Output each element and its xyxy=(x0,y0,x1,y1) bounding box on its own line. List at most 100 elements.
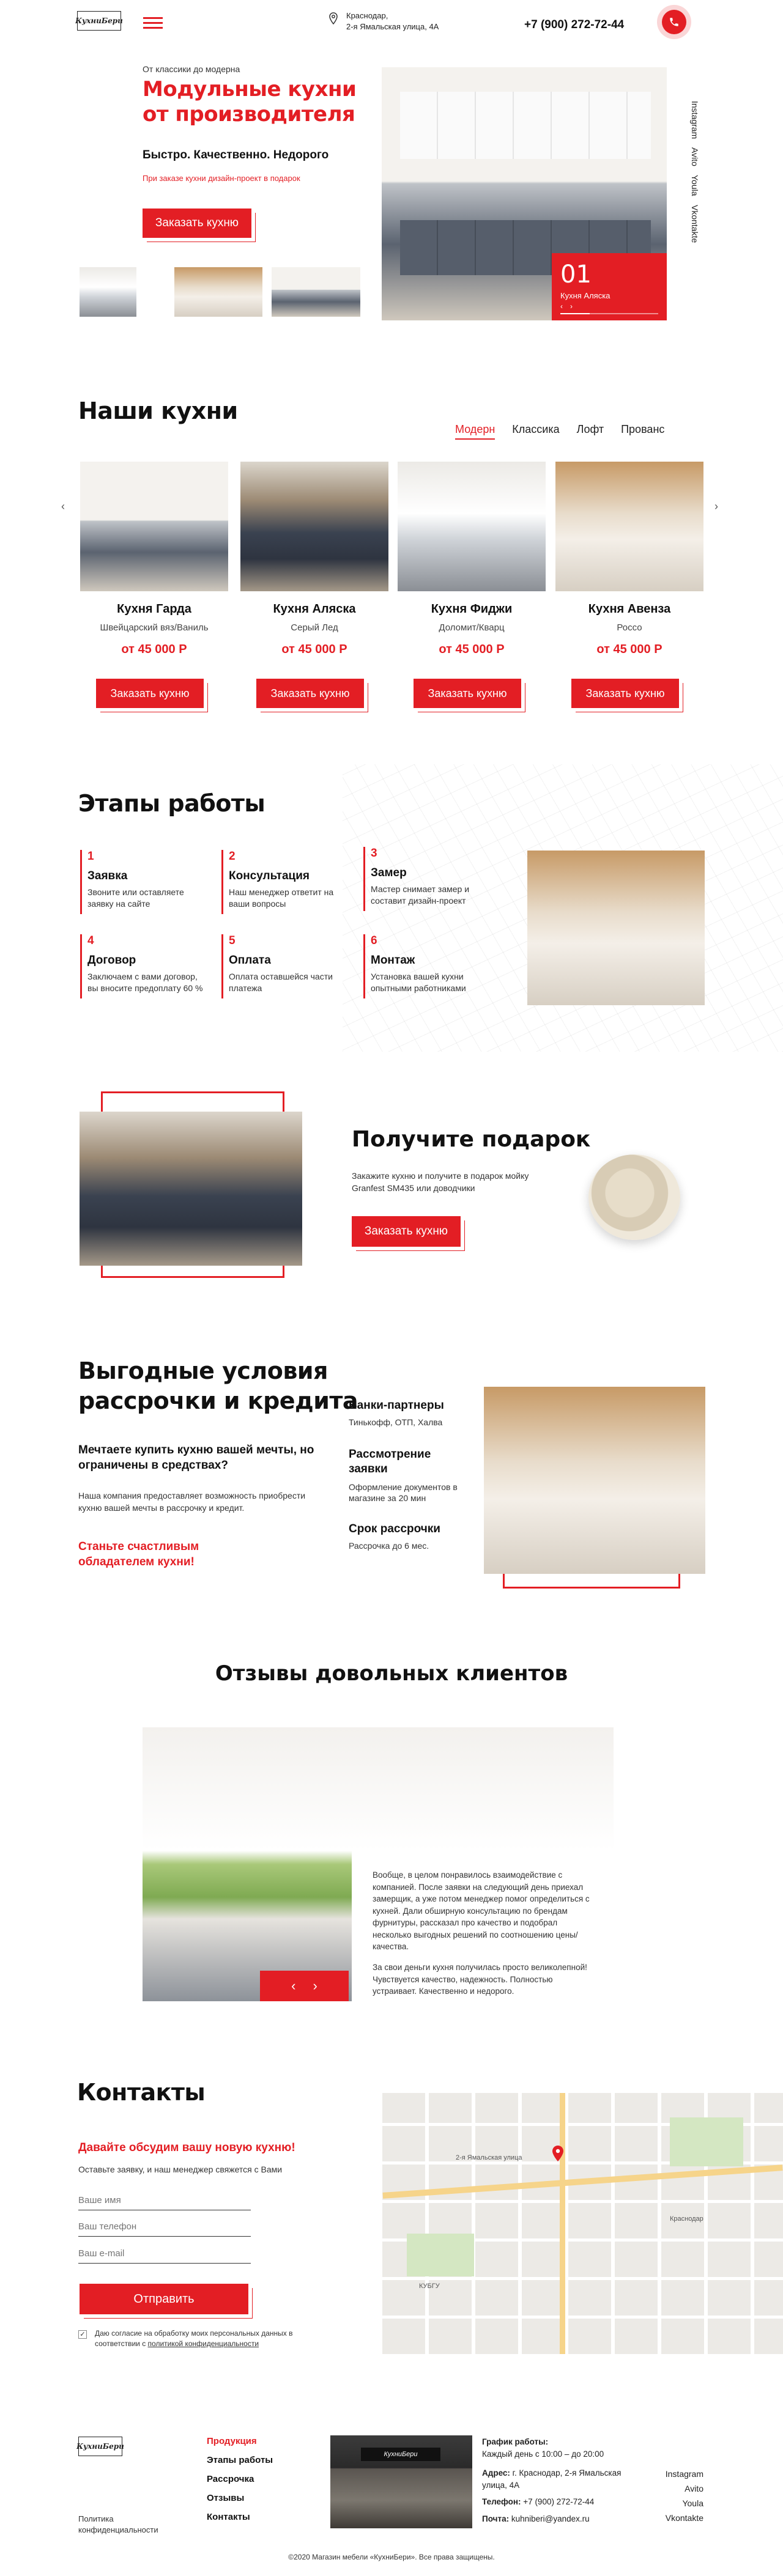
step-desc: Наш менеджер ответит на ваши вопросы xyxy=(229,887,334,909)
kitchen-order-button[interactable]: Заказать кухню xyxy=(414,679,521,708)
credit-title-line1: Выгодные условия xyxy=(78,1357,328,1384)
footer-logo[interactable]: КухниБери xyxy=(76,2437,124,2456)
footer-nav-contacts[interactable]: Контакты xyxy=(207,2512,273,2522)
hero-thumb-2[interactable] xyxy=(174,267,262,317)
step-desc: Оплата оставшейся части платежа xyxy=(229,972,333,993)
kitchen-order-button[interactable]: Заказать кухню xyxy=(256,679,364,708)
hero-thumb-3[interactable] xyxy=(272,267,360,317)
hero-order-button[interactable]: Заказать кухню xyxy=(143,209,251,238)
credit-item-desc: Рассрочка до 6 мес. xyxy=(349,1541,429,1551)
kitchen-card-color: Россо xyxy=(617,622,642,633)
header-address: Краснодар, 2-я Ямальская улица, 4А xyxy=(346,10,439,32)
credit-item: Срок рассрочки Рассрочка до 6 мес. xyxy=(349,1522,471,1551)
kitchen-card-title: Кухня Гарда xyxy=(117,602,191,616)
kitchen-card-image[interactable] xyxy=(240,462,388,591)
step-item: 1 Заявка Звоните или оставляете заявку н… xyxy=(80,850,202,914)
footer-social: Instagram Avito Youla Vkontakte xyxy=(636,2469,703,2523)
hero-slide-caption: 01 Кухня Аляска ‹ › xyxy=(552,253,667,320)
hero-slide-progress xyxy=(560,313,658,314)
storefront-sign: КухниБери xyxy=(361,2448,440,2461)
menu-icon[interactable] xyxy=(143,17,163,29)
footer-nav-products[interactable]: Продукция xyxy=(207,2436,273,2446)
header-phone[interactable]: +7 (900) 272-72-44 xyxy=(524,18,624,32)
credit-item: Банки-партнеры Тинькофф, ОТП, Халва xyxy=(349,1399,471,1427)
kitchen-order-button[interactable]: Заказать кухню xyxy=(571,679,679,708)
kitchen-card-image[interactable] xyxy=(80,462,228,591)
review-next-button[interactable]: › xyxy=(313,1978,317,1994)
hero-kicker: От классики до модерна xyxy=(143,64,240,74)
map-street-label: 2-я Ямальская улица xyxy=(456,2154,522,2161)
map-pin-icon[interactable] xyxy=(552,2146,563,2165)
footer-phone[interactable]: +7 (900) 272-72-44 xyxy=(523,2497,594,2506)
footer-nav-reviews[interactable]: Отзывы xyxy=(207,2493,273,2503)
kitchens-title: Наши кухни xyxy=(78,397,238,424)
tab-loft[interactable]: Лофт xyxy=(577,423,604,440)
footer-avito-link[interactable]: Avito xyxy=(636,2484,703,2493)
tab-classic[interactable]: Классика xyxy=(512,423,559,440)
location-icon xyxy=(328,12,338,25)
step-desc: Установка вашей кухни опытными работника… xyxy=(371,972,466,993)
steps-image xyxy=(527,851,705,1005)
hero-slide-name: Кухня Аляска xyxy=(560,291,610,300)
social-instagram-link[interactable]: Instagram xyxy=(690,101,700,139)
email-input[interactable] xyxy=(78,2244,251,2264)
steps-title: Этапы работы xyxy=(78,790,265,817)
footer-policy-link[interactable]: Политика конфиденциальности xyxy=(78,2514,176,2536)
hero-next-icon[interactable]: › xyxy=(570,302,573,311)
step-desc: Мастер снимает замер и составит дизайн-п… xyxy=(371,884,470,906)
review-prev-button[interactable]: ‹ xyxy=(291,1978,295,1994)
kitchen-card-image[interactable] xyxy=(555,462,703,591)
gift-order-button[interactable]: Заказать кухню xyxy=(352,1216,461,1247)
tab-modern[interactable]: Модерн xyxy=(455,423,495,440)
contacts-subtitle: Давайте обсудим вашу новую кухню! xyxy=(78,2141,295,2154)
step-item: 6 Монтаж Установка вашей кухни опытными … xyxy=(363,934,492,998)
privacy-policy-link[interactable]: политикой конфиденциальности xyxy=(148,2339,259,2348)
kitchen-card-image[interactable] xyxy=(398,462,546,591)
logo[interactable]: КухниБери xyxy=(75,11,123,31)
tab-provence[interactable]: Прованс xyxy=(621,423,664,440)
kitchens-tabs: Модерн Классика Лофт Прованс xyxy=(455,423,664,440)
submit-button[interactable]: Отправить xyxy=(80,2284,248,2314)
consent-text: Даю согласие на обработку моих персональ… xyxy=(95,2328,303,2350)
review-text: За свои деньги кухня получилась просто в… xyxy=(373,1962,587,1996)
step-number: 6 xyxy=(371,934,377,947)
kitchen-order-button[interactable]: Заказать кухню xyxy=(96,679,204,708)
hero-slide-number: 01 xyxy=(560,260,592,289)
call-button[interactable] xyxy=(657,5,691,39)
social-youla-link[interactable]: Youla xyxy=(690,175,700,196)
step-title: Монтаж xyxy=(371,954,415,967)
kitchens-next-arrow[interactable]: › xyxy=(714,500,718,513)
map-city-label: Краснодар xyxy=(670,2215,703,2223)
step-desc: Заключаем с вами договор, вы вносите пре… xyxy=(87,972,203,993)
footer-nav-installment[interactable]: Рассрочка xyxy=(207,2474,273,2484)
kitchen-card-title: Кухня Фиджи xyxy=(431,602,513,616)
step-item: 5 Оплата Оплата оставшейся части платежа xyxy=(221,934,344,998)
hero-prev-icon[interactable]: ‹ xyxy=(560,302,563,311)
name-input[interactable] xyxy=(78,2191,251,2210)
consent-checkbox[interactable]: ✓ xyxy=(78,2330,87,2339)
step-item: 3 Замер Мастер снимает замер и составит … xyxy=(363,847,492,911)
hero-title-line1: Модульные кухни xyxy=(143,77,357,101)
step-item: 2 Консультация Наш менеджер ответит на в… xyxy=(221,850,344,914)
credit-title: Выгодные условия рассрочки и кредита xyxy=(78,1356,358,1417)
site-header: КухниБери Краснодар, 2-я Ямальская улица… xyxy=(0,0,783,44)
phone-input[interactable] xyxy=(78,2217,251,2237)
hero-thumb-1[interactable] xyxy=(80,267,136,317)
footer-vkontakte-link[interactable]: Vkontakte xyxy=(636,2513,703,2523)
social-vkontakte-link[interactable]: Vkontakte xyxy=(690,205,700,243)
social-avito-link[interactable]: Avito xyxy=(690,147,700,166)
footer-mail[interactable]: kuhniberi@yandex.ru xyxy=(511,2514,590,2523)
credit-title-line2: рассрочки и кредита xyxy=(78,1387,358,1415)
step-desc: Звоните или оставляете заявку на сайте xyxy=(87,887,184,909)
kitchen-card-color: Серый Лед xyxy=(291,622,338,633)
credit-item-title: Срок рассрочки xyxy=(349,1522,440,1535)
credit-text: Наша компания предоставляет возможность … xyxy=(78,1491,306,1513)
step-number: 5 xyxy=(229,934,236,947)
footer-youla-link[interactable]: Youla xyxy=(636,2498,703,2508)
credit-item-title: Рассмотрение заявки xyxy=(349,1448,431,1475)
kitchens-prev-arrow[interactable]: ‹ xyxy=(61,500,65,513)
address-line2: 2-я Ямальская улица, 4А xyxy=(346,21,439,31)
footer-instagram-link[interactable]: Instagram xyxy=(636,2469,703,2479)
map[interactable]: 2-я Ямальская улица Краснодар КУБГУ xyxy=(382,2093,783,2354)
footer-nav-steps[interactable]: Этапы работы xyxy=(207,2455,273,2465)
